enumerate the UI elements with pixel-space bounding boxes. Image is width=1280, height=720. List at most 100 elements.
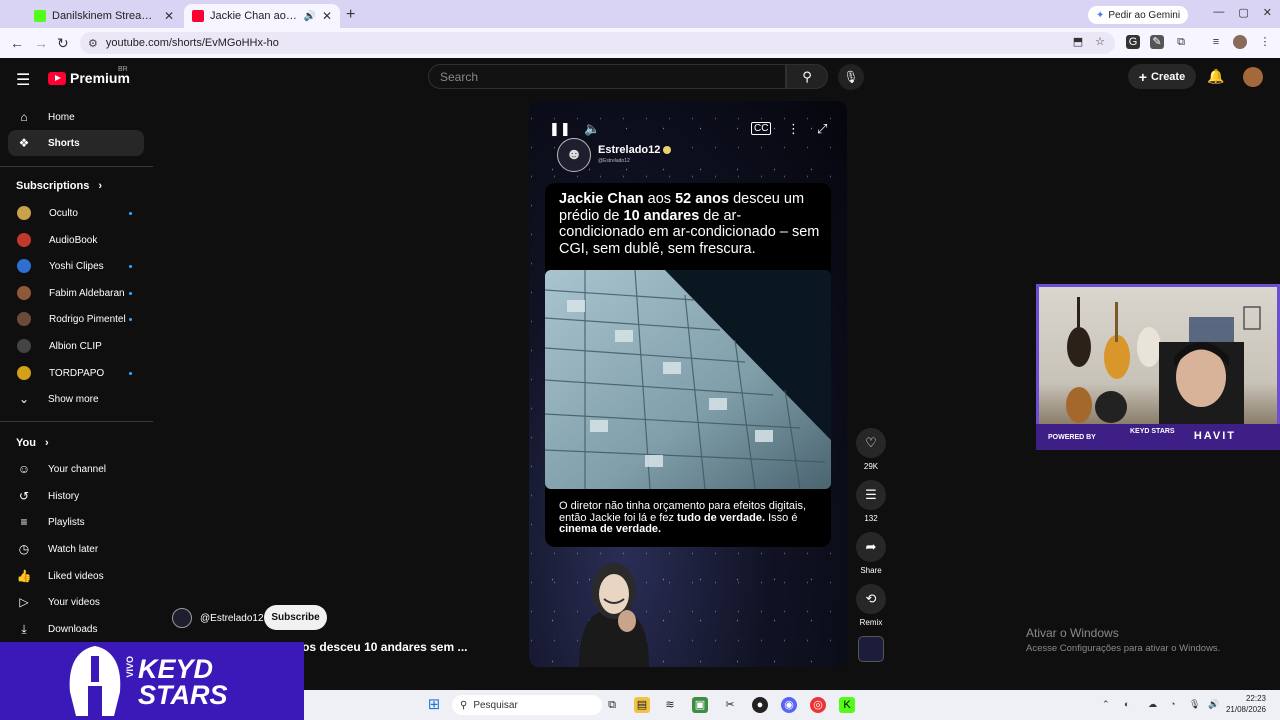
- sidebar-item-history[interactable]: ↺ History: [8, 483, 144, 509]
- like-button[interactable]: ♡: [856, 428, 886, 458]
- taskbar-clock[interactable]: 22:23 21/08/2026: [1226, 693, 1266, 715]
- speaker-icon[interactable]: 🔊: [303, 11, 315, 22]
- browser-menu-icon[interactable]: ⋮: [1258, 35, 1272, 49]
- minimize-icon[interactable]: —: [1213, 6, 1224, 19]
- channel-avatar: [17, 233, 31, 247]
- menu-icon[interactable]: ☰: [16, 70, 30, 90]
- youtube-premium-logo[interactable]: Premium BR: [48, 66, 130, 86]
- app-icon[interactable]: ≋: [662, 697, 678, 713]
- install-app-icon[interactable]: ⬒: [1071, 35, 1085, 49]
- close-window-icon[interactable]: ✕: [1263, 6, 1272, 19]
- channel-handle-bottom[interactable]: @Estrelado12: [200, 613, 264, 624]
- sidebar-item-label: Oculto: [49, 207, 78, 219]
- close-tab-icon[interactable]: ✕: [164, 9, 174, 23]
- sidebar-item-albion-clip[interactable]: Albion CLIP: [8, 333, 144, 359]
- comments-button[interactable]: ☰: [856, 480, 886, 510]
- back-icon[interactable]: ←: [10, 35, 24, 51]
- sidebar-item-your-videos[interactable]: ▷ Your videos: [8, 589, 144, 615]
- profile-avatar-icon[interactable]: [1233, 35, 1247, 49]
- sidebar-item-downloads[interactable]: ⤓ Downloads: [8, 616, 144, 642]
- forward-icon[interactable]: →: [34, 35, 48, 51]
- account-avatar[interactable]: [1243, 67, 1263, 87]
- task-view-icon[interactable]: ⧉: [604, 697, 620, 713]
- sidebar-item-watch-later[interactable]: ◷ Watch later: [8, 536, 144, 562]
- wifi-icon[interactable]: ◔: [1170, 699, 1175, 709]
- new-tab-button[interactable]: +: [346, 6, 355, 24]
- tray-overflow-icon[interactable]: ⌃: [1102, 699, 1110, 710]
- microphone-tray-icon[interactable]: 🎙: [1189, 699, 1200, 710]
- app-icon[interactable]: ▣: [692, 697, 708, 713]
- pause-icon[interactable]: ❚❚: [549, 121, 571, 137]
- close-tab-icon[interactable]: ✕: [322, 9, 332, 23]
- taskbar-search-label: Pesquisar: [473, 699, 518, 711]
- discord-icon[interactable]: ◉: [781, 697, 797, 713]
- media-controls-icon[interactable]: ≡: [1209, 35, 1223, 49]
- file-explorer-icon[interactable]: ▤: [634, 697, 650, 713]
- voice-search-button[interactable]: 🎙: [838, 64, 864, 90]
- sidebar-item-rodrigo-pimentel[interactable]: Rodrigo Pimentel: [8, 306, 144, 332]
- channel-name[interactable]: Estrelado12: [598, 144, 672, 156]
- channel-avatar[interactable]: ☻: [557, 138, 591, 172]
- clock-time: 22:23: [1245, 694, 1266, 703]
- tab-kick-stream[interactable]: Danilskinem Stream - Watch Live ✕: [26, 4, 182, 28]
- channel-avatar-small[interactable]: [172, 608, 192, 628]
- you-label: You: [16, 437, 36, 449]
- kick-icon[interactable]: K: [839, 697, 855, 713]
- volume-icon[interactable]: 🔈: [584, 121, 600, 137]
- search-button[interactable]: ⚲: [786, 64, 828, 89]
- fullscreen-icon[interactable]: ⤢: [817, 121, 827, 137]
- channel-avatar: [17, 206, 31, 220]
- channel-avatar: [17, 366, 31, 380]
- maximize-icon[interactable]: ▢: [1238, 6, 1248, 19]
- heart-icon: ♡: [865, 435, 877, 450]
- sidebar-show-more[interactable]: ⌄ Show more: [8, 386, 144, 412]
- sidebar-item-liked-videos[interactable]: 👍 Liked videos: [8, 563, 144, 589]
- gemini-button[interactable]: ✦ Pedir ao Gemini: [1088, 6, 1189, 24]
- obs-icon[interactable]: ●: [752, 697, 768, 713]
- extension-pen-icon[interactable]: ✎: [1150, 35, 1164, 49]
- shorts-player[interactable]: ❚❚ 🔈 CC ⋮ ⤢ ☻ Estrelado12 @Estrelado12 J…: [529, 101, 847, 667]
- you-heading[interactable]: You ›: [16, 437, 49, 449]
- sidebar-item-shorts[interactable]: ❖ Shorts: [8, 130, 144, 156]
- sound-thumbnail[interactable]: [858, 636, 884, 662]
- tray-app-icon[interactable]: ☁: [1148, 699, 1157, 710]
- taskbar-search[interactable]: ⚲ Pesquisar: [452, 695, 602, 715]
- more-options-icon[interactable]: ⋮: [787, 121, 800, 137]
- brand-text: KEYD STARS: [1130, 428, 1175, 435]
- chrome-icon[interactable]: ◎: [810, 697, 826, 713]
- sidebar-item-home[interactable]: ⌂ Home: [8, 104, 144, 130]
- search-input[interactable]: Search: [428, 64, 786, 89]
- gemini-label: Pedir ao Gemini: [1108, 9, 1181, 21]
- reload-icon[interactable]: ↻: [57, 35, 69, 52]
- post-card: Jackie Chan aos 52 anos desceu um prédio…: [545, 183, 831, 547]
- create-button[interactable]: + Create: [1128, 64, 1196, 89]
- sidebar-item-fabim-aldebaran[interactable]: Fabim Aldebaran: [8, 280, 144, 306]
- extensions-puzzle-icon[interactable]: ⧉: [1174, 35, 1188, 49]
- share-button[interactable]: ➦: [856, 532, 886, 562]
- sidebar-item-playlists[interactable]: ≡ Playlists: [8, 509, 144, 535]
- url-field[interactable]: ⚙ youtube.com/shorts/EvMGoHHx-ho: [80, 32, 1115, 54]
- bookmark-star-icon[interactable]: ☆: [1093, 35, 1107, 49]
- thumbs-up-icon: 👍: [16, 569, 32, 583]
- sidebar-item-yoshi-clipes[interactable]: Yoshi Clipes: [8, 253, 144, 279]
- channel-handle: @Estrelado12: [598, 158, 630, 164]
- sidebar-item-your-channel[interactable]: ☺ Your channel: [8, 456, 144, 482]
- subscribe-button[interactable]: Subscribe: [264, 605, 327, 630]
- windows-start-icon[interactable]: ⊞: [426, 697, 442, 713]
- sidebar-item-audiobook[interactable]: AudioBook: [8, 227, 144, 253]
- sidebar-item-tordpapo[interactable]: TORDPAPO: [8, 360, 144, 386]
- tray-app-icon[interactable]: ◐: [1124, 699, 1129, 709]
- notifications-bell-icon[interactable]: 🔔: [1207, 68, 1224, 85]
- sidebar-item-oculto[interactable]: Oculto: [8, 200, 144, 226]
- sidebar-item-label: AudioBook: [49, 234, 98, 246]
- captions-icon[interactable]: CC: [751, 122, 772, 135]
- remix-button[interactable]: ⟲: [856, 584, 886, 614]
- remix-label: Remix: [859, 618, 883, 627]
- capcut-icon[interactable]: ✂: [722, 697, 738, 713]
- subscriptions-heading[interactable]: Subscriptions ›: [16, 180, 102, 192]
- tab-youtube-short[interactable]: Jackie Chan aos 52 anos de 🔊 ✕: [184, 4, 340, 28]
- video-icon: ▷: [19, 595, 29, 609]
- speaker-tray-icon[interactable]: 🔊: [1208, 699, 1219, 710]
- extension-g-icon[interactable]: G: [1126, 35, 1140, 49]
- site-info-icon[interactable]: ⚙: [88, 37, 98, 50]
